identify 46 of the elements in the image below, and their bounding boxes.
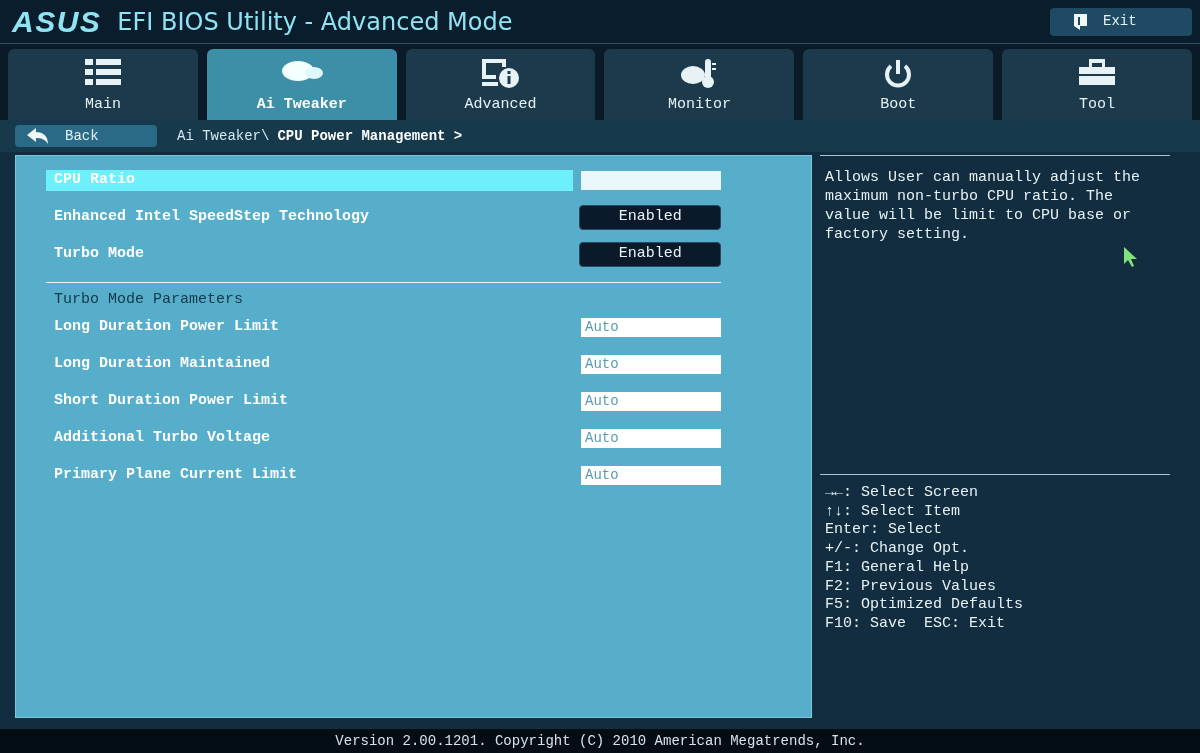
- value-field[interactable]: Auto: [581, 355, 721, 374]
- value-field[interactable]: Auto: [581, 466, 721, 485]
- value-field[interactable]: Auto: [581, 429, 721, 448]
- input-field[interactable]: [581, 171, 721, 190]
- nav-tab[interactable]: Monitor: [604, 49, 795, 120]
- setting-label[interactable]: Turbo Mode: [46, 244, 572, 265]
- nav-tab[interactable]: Advanced: [405, 49, 596, 120]
- key-hint: F5: Optimized Defaults: [825, 596, 1025, 615]
- glowing-cloud-icon: [279, 59, 324, 83]
- key-hint: +/-: Change Opt.: [825, 540, 971, 559]
- option-button[interactable]: Enabled: [579, 242, 721, 267]
- back-button[interactable]: Back: [15, 125, 157, 147]
- setting-label[interactable]: Enhanced Intel SpeedStep Technology: [46, 207, 572, 228]
- value-field[interactable]: Auto: [581, 392, 721, 411]
- setting-label[interactable]: Primary Plane Current Limit: [46, 465, 573, 486]
- toolbox-icon: [1079, 59, 1116, 85]
- option-button[interactable]: Enabled: [579, 205, 721, 230]
- key-hint: F10: Save ESC: Exit: [825, 614, 1007, 634]
- back-arrow-icon: [27, 128, 49, 144]
- help-text: Allows User can manually adjust the maximum non-turbo CPU ratio. The value will be limit to CPU base or factory setting.: [825, 168, 1142, 244]
- version-footer: Version 2.00.1201. Copyright (C) 2010 American Megatrends, Inc.: [335, 730, 865, 752]
- exit-button[interactable]: Exit: [1050, 7, 1192, 36]
- logo: ASUS: [12, 4, 102, 40]
- key-hint: F2: Previous Values: [825, 577, 998, 597]
- key-hint: →←: Select Screen: [825, 484, 980, 503]
- window-title: EFI BIOS Utility - Advanced Mode: [117, 6, 513, 38]
- setting-label[interactable]: Additional Turbo Voltage: [46, 428, 573, 449]
- nav-tab[interactable]: Tool: [1002, 49, 1192, 120]
- setting-label[interactable]: Long Duration Power Limit: [46, 317, 573, 338]
- nav-tab[interactable]: Ai Tweaker: [206, 49, 397, 120]
- key-hint: Enter: Select: [825, 521, 944, 541]
- key-hint: ↑↓: Select Item: [825, 502, 962, 522]
- section-heading: Turbo Mode Parameters: [53, 291, 245, 309]
- breadcrumb-current: CPU Power Management >: [277, 126, 463, 146]
- screen-info-icon: [481, 59, 520, 89]
- value-field[interactable]: Auto: [581, 318, 721, 337]
- door-icon: [1074, 13, 1087, 30]
- nav-tab[interactable]: Main: [8, 49, 198, 120]
- power-icon: [883, 59, 914, 89]
- nav-tab[interactable]: Boot: [803, 49, 994, 120]
- list-icon: [84, 59, 121, 85]
- gauge-thermometer-icon: [681, 59, 718, 89]
- key-hint: F1: General Help: [825, 558, 971, 578]
- setting-label[interactable]: Long Duration Maintained: [46, 354, 573, 375]
- breadcrumb-link[interactable]: Ai Tweaker\: [177, 125, 270, 147]
- setting-label[interactable]: Short Duration Power Limit: [46, 391, 573, 412]
